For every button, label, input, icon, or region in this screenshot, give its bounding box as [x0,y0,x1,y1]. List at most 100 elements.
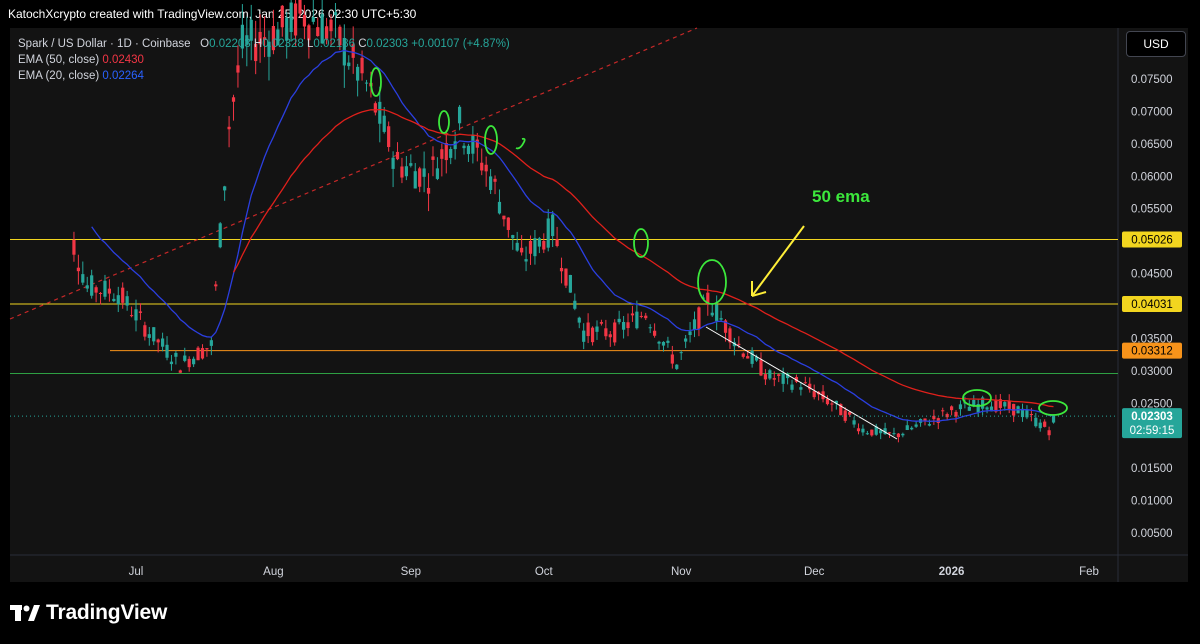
x-tick-label: 2026 [939,566,965,578]
candle-body [675,364,679,369]
level-price-label: 0.05026 [1131,234,1173,246]
candle-body [901,433,905,436]
candle-body [896,433,900,438]
candle-body [608,334,612,338]
candle-body [329,19,333,32]
candle-body [679,352,683,354]
candle-body [1047,430,1051,436]
candle-body [457,106,462,124]
x-tick-label: Sep [401,566,421,578]
candle-body [958,404,963,410]
candle-body [985,407,989,410]
candle-body [316,27,320,37]
ema50-row[interactable]: EMA (50, close) 0.02430 [18,52,510,68]
y-tick-label: 0.05500 [1131,204,1173,216]
candle-body [227,126,231,130]
y-tick-label: 0.07000 [1131,106,1173,118]
candle-body [373,103,377,113]
low-value: 0.02186 [313,38,355,50]
price-chart[interactable]: 0.07500 0.07000 0.06500 0.06000 0.05500 0.045… [0,0,1200,644]
ema20-row[interactable]: EMA (20, close) 0.02264 [18,68,510,84]
candle-body [121,287,125,303]
tradingview-brand: TradingView [46,601,168,624]
candle-body [967,406,971,411]
candle-body [1034,417,1038,427]
candle-body [129,315,134,317]
candle-body [763,374,768,380]
candle-body [568,274,572,293]
x-tick-label: Oct [535,566,554,578]
candle-body [892,433,896,435]
candle-body [670,354,674,364]
candle-body [759,359,763,376]
candle-body [1029,414,1033,416]
candle-body [409,163,413,166]
open-value: 0.02203 [209,38,251,50]
candle-body [626,322,630,329]
candle-body [825,398,830,405]
candle-body [582,330,586,342]
candle-body [781,372,785,384]
level-price-label: 0.03312 [1131,346,1173,358]
annotation-circle [697,259,727,305]
y-tick-label: 0.03000 [1131,366,1173,378]
candle-body [506,217,510,230]
candle-body [395,151,400,160]
candle-body [750,350,754,364]
candle-body [524,259,528,262]
candle-body [573,300,577,309]
candle-body [741,353,745,357]
candle-body [799,387,803,390]
currency-button[interactable]: USD [1126,31,1186,57]
candle-body [927,424,932,426]
candle-body [887,432,892,434]
candle-body [143,325,147,337]
candle-body [484,164,488,172]
candle-body [183,355,187,361]
candle-body [533,238,537,257]
y-tick-label: 0.04500 [1131,269,1173,281]
candle-body [426,187,431,194]
candle-body [209,340,213,346]
candle-body [311,17,315,22]
ohlc-row: Spark / US Dollar · 1D · Coinbase O0.022… [18,36,510,52]
candle-body [1051,416,1056,423]
candle-body [621,322,626,330]
candle-body [387,126,391,148]
candle-body [502,215,506,220]
tradingview-logo-icon [10,605,40,621]
candle-body [138,311,143,313]
annotation-circle [633,228,649,258]
candle-body [466,145,471,155]
candle-body [635,311,639,329]
candle-body [489,176,493,191]
high-label: H [253,38,263,50]
trendline-white [705,326,898,440]
candle-body [528,240,533,254]
candle-body [577,317,581,323]
symbol-label[interactable]: Spark / US Dollar · 1D · Coinbase [18,38,191,50]
x-tick-label: Feb [1079,566,1099,578]
candle-body [85,285,89,289]
candle-body [418,168,422,187]
candle-body [480,162,484,171]
ema50-value: 0.02430 [102,54,144,66]
y-tick-label: 0.01500 [1131,463,1173,475]
candle-body [391,157,395,169]
candle-body [289,2,293,32]
candle-body [1007,400,1011,409]
candle-body [81,274,85,283]
candle-body [293,3,298,36]
candle-body [590,327,595,343]
candle-body [861,428,865,433]
candle-body [639,315,643,317]
candle-body [941,410,945,412]
candle-body [830,403,834,405]
close-label: C [358,38,367,50]
candle-body [125,296,129,306]
tradingview-logo[interactable]: TradingView [10,601,167,625]
candle-body [715,304,719,322]
candle-body [520,247,524,253]
candle-body [435,168,440,179]
candle-body [280,5,284,28]
